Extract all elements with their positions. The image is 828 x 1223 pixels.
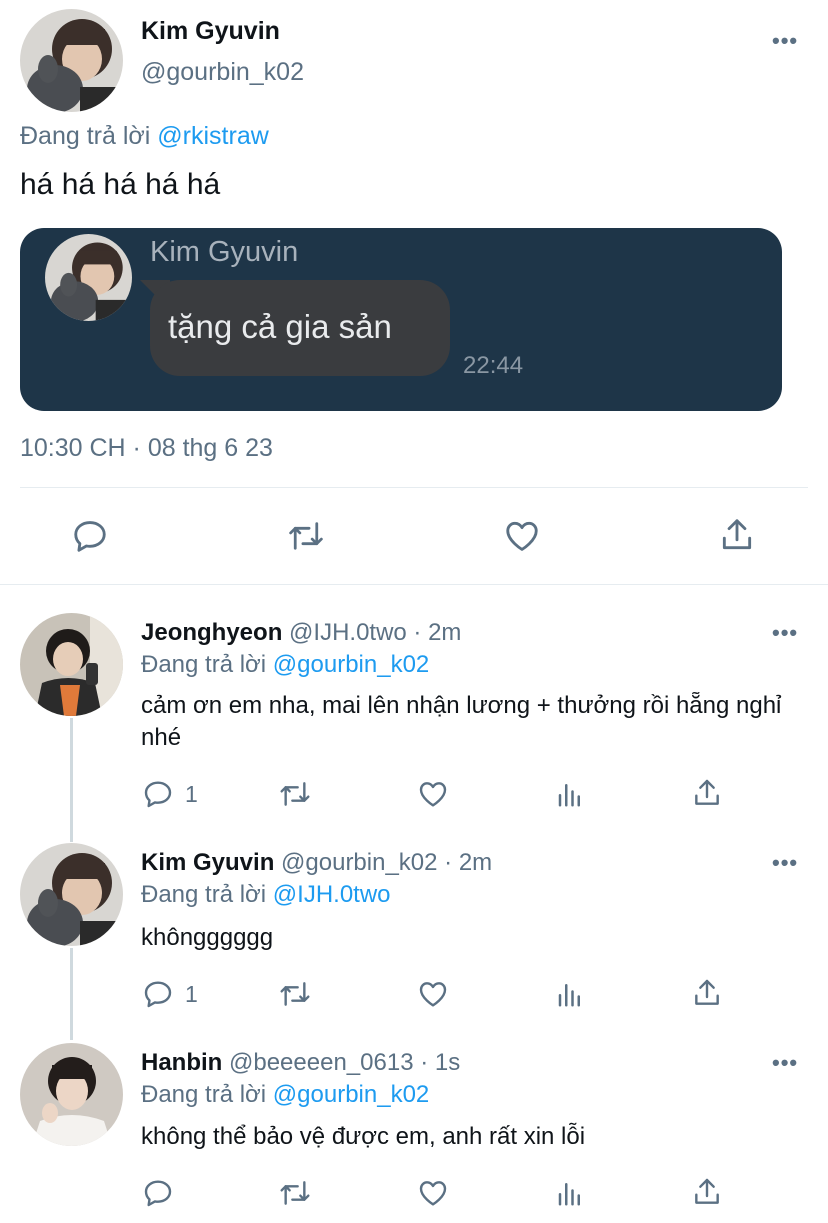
thread-line xyxy=(70,718,73,842)
reply-icon xyxy=(141,978,175,1010)
like-icon xyxy=(416,1177,450,1209)
retweet-button[interactable] xyxy=(277,778,313,810)
reply-text: cảm ơn em nha, mai lên nhận lương + thưở… xyxy=(141,692,782,751)
avatar[interactable] xyxy=(20,1043,123,1146)
analytics-button[interactable] xyxy=(555,978,585,1010)
retweet-icon xyxy=(277,978,313,1010)
like-icon xyxy=(416,778,450,810)
reply-header: Kim Gyuvin @gourbin_k02 · 2m xyxy=(141,849,492,877)
retweet-icon xyxy=(277,1177,313,1209)
retweet-button[interactable] xyxy=(277,978,313,1010)
more-icon[interactable]: ••• xyxy=(772,1050,798,1076)
like-button[interactable] xyxy=(416,778,450,810)
reply-header: Hanbin @beeeeen_0613 · 1s xyxy=(141,1049,460,1077)
share-button[interactable] xyxy=(691,776,723,810)
replying-to: Đang trả lời @gourbin_k02 xyxy=(141,651,429,679)
divider xyxy=(20,487,808,488)
reply-count: 1 xyxy=(185,980,198,1007)
share-icon xyxy=(691,1175,723,1209)
tweet-timestamp[interactable]: 10:30 CH · 08 thg 6 23 xyxy=(20,434,273,463)
replying-prefix: Đang trả lời xyxy=(20,122,151,150)
analytics-button[interactable] xyxy=(555,778,585,810)
author-meta[interactable]: @beeeeen_0613 · 1s xyxy=(229,1049,460,1076)
reply-icon xyxy=(141,778,175,810)
thread-line xyxy=(70,948,73,1040)
retweet-icon xyxy=(277,778,313,810)
author-name[interactable]: Kim Gyuvin xyxy=(141,17,280,46)
share-icon xyxy=(691,776,723,810)
avatar[interactable] xyxy=(20,613,123,716)
replying-to: Đang trả lời @IJH.0two xyxy=(141,881,391,909)
replying-to-handle[interactable]: @gourbin_k02 xyxy=(273,651,429,678)
more-icon[interactable]: ••• xyxy=(772,850,798,876)
author-meta[interactable]: @gourbin_k02 · 2m xyxy=(281,849,492,876)
analytics-button[interactable] xyxy=(555,1177,585,1209)
divider xyxy=(0,584,828,585)
reply-button[interactable] xyxy=(141,1177,175,1209)
reply-icon xyxy=(141,1177,175,1209)
media-avatar xyxy=(45,234,132,321)
share-button[interactable] xyxy=(691,1175,723,1209)
author-handle[interactable]: @gourbin_k02 xyxy=(141,58,304,87)
like-button[interactable] xyxy=(502,517,542,555)
reply-text: không thể bảo vệ được em, anh rất xin lỗ… xyxy=(141,1123,586,1150)
tweet-text: há há há há há xyxy=(20,168,221,201)
reply-icon xyxy=(71,517,109,555)
replying-to: Đang trả lời @gourbin_k02 xyxy=(141,1081,429,1109)
analytics-icon xyxy=(555,1177,585,1209)
tweet-media[interactable]: Kim Gyuvin tặng cả gia sản 22:44 xyxy=(20,228,782,411)
author-name[interactable]: Hanbin xyxy=(141,1049,222,1076)
share-button[interactable] xyxy=(691,976,723,1010)
analytics-icon xyxy=(555,778,585,810)
retweet-button[interactable] xyxy=(286,517,326,555)
avatar[interactable] xyxy=(20,843,123,946)
reply-text: khôngggggg xyxy=(141,924,274,951)
reply-button[interactable] xyxy=(71,517,109,555)
replying-prefix: Đang trả lời xyxy=(141,881,267,908)
author-meta[interactable]: @IJH.0two · 2m xyxy=(289,619,461,646)
reply-count: 1 xyxy=(185,780,198,807)
retweet-button[interactable] xyxy=(277,1177,313,1209)
like-icon xyxy=(502,517,542,555)
reply-button[interactable]: 1 xyxy=(141,978,198,1010)
like-icon xyxy=(416,978,450,1010)
reply-button[interactable]: 1 xyxy=(141,778,198,810)
more-icon[interactable]: ••• xyxy=(772,620,798,646)
share-icon xyxy=(718,515,756,555)
replying-prefix: Đang trả lời xyxy=(141,651,267,678)
replying-to-handle[interactable]: @rkistraw xyxy=(157,122,269,150)
analytics-icon xyxy=(555,978,585,1010)
replying-to-handle[interactable]: @gourbin_k02 xyxy=(273,1081,429,1108)
replying-prefix: Đang trả lời xyxy=(141,1081,267,1108)
replying-to: Đang trả lời @rkistraw xyxy=(20,122,269,151)
message-time: 22:44 xyxy=(463,352,524,379)
author-name[interactable]: Jeonghyeon xyxy=(141,619,282,646)
retweet-icon xyxy=(286,517,326,555)
author-name[interactable]: Kim Gyuvin xyxy=(141,849,274,876)
avatar[interactable] xyxy=(20,9,123,112)
media-sender-name: Kim Gyuvin xyxy=(150,236,299,268)
reply-header: Jeonghyeon @IJH.0two · 2m xyxy=(141,619,461,647)
share-icon xyxy=(691,976,723,1010)
like-button[interactable] xyxy=(416,1177,450,1209)
replying-to-handle[interactable]: @IJH.0two xyxy=(273,881,391,908)
more-icon[interactable]: ••• xyxy=(772,28,798,54)
message-text: tặng cả gia sản xyxy=(168,308,392,345)
like-button[interactable] xyxy=(416,978,450,1010)
share-button[interactable] xyxy=(718,515,756,555)
